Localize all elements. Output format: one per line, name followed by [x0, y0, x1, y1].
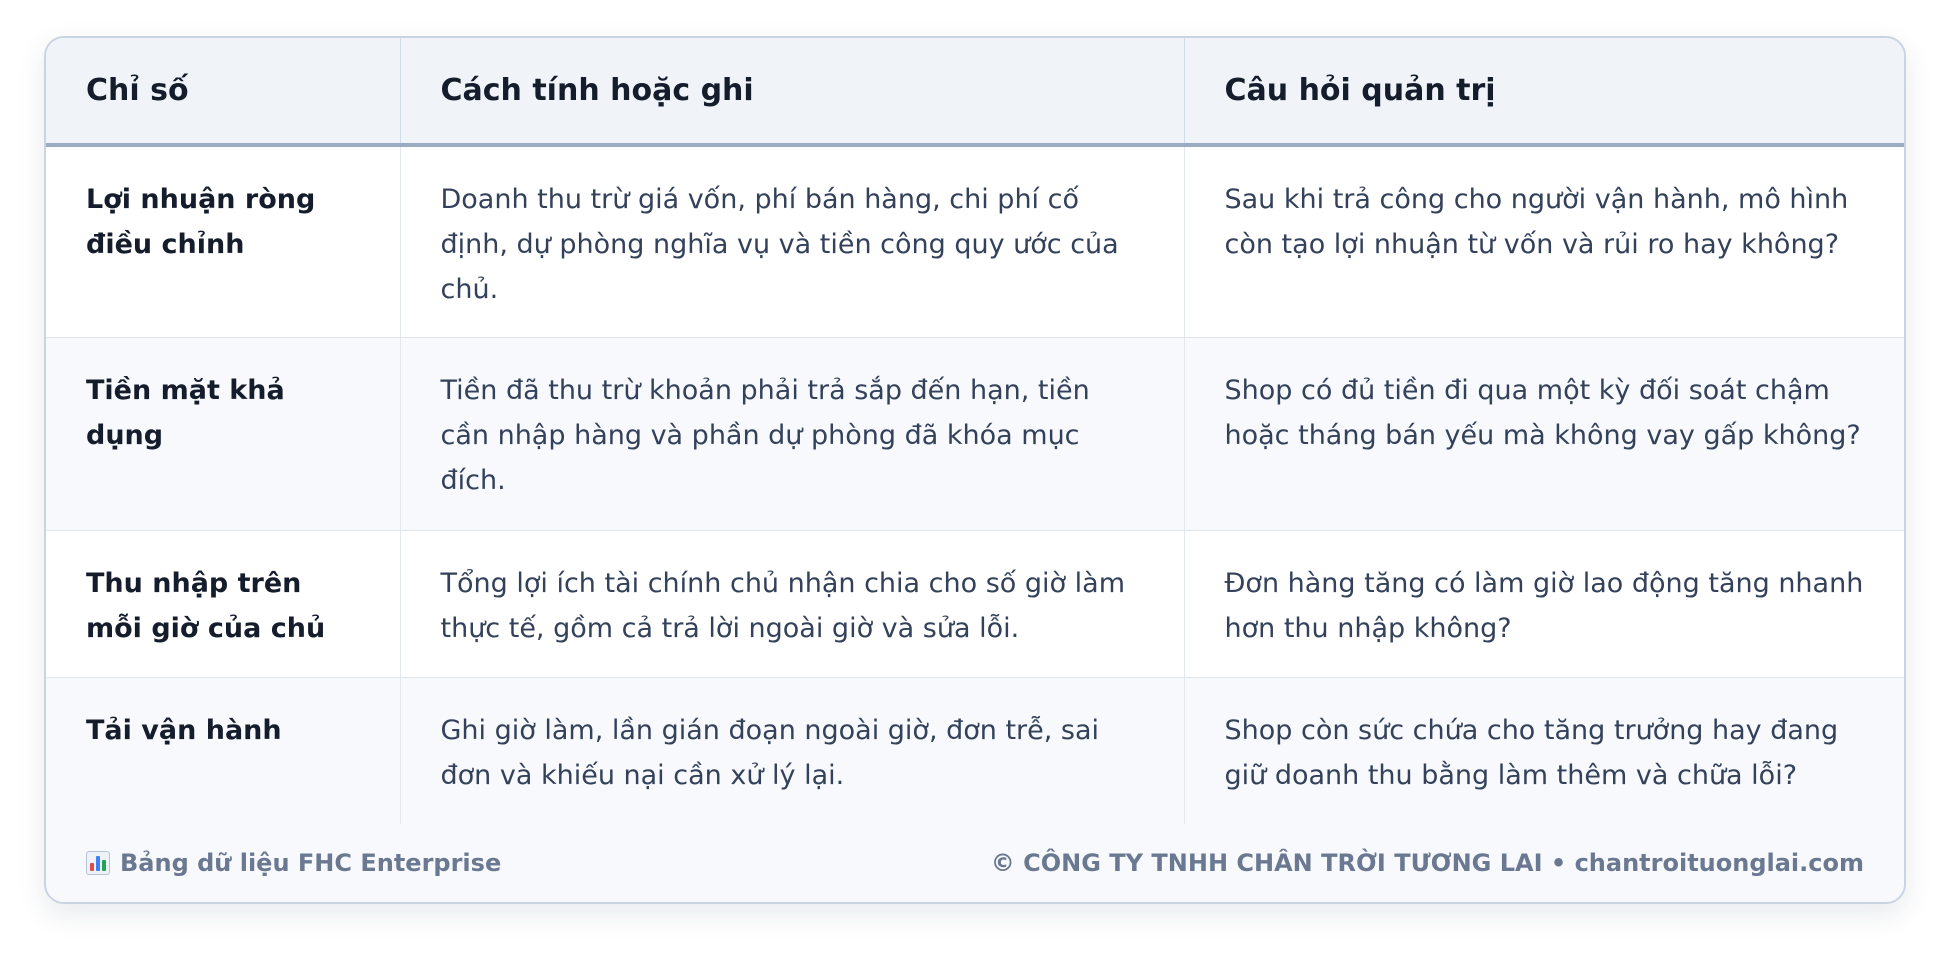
bar-chart-icon [86, 851, 110, 875]
question-cell: Sau khi trả công cho người vận hành, mô … [1183, 145, 1904, 338]
method-cell: Ghi giờ làm, lần gián đoạn ngoài giờ, đơ… [399, 677, 1184, 826]
table-footer: Bảng dữ liệu FHC Enterprise © CÔNG TY TN… [46, 824, 1904, 902]
metric-cell: Lợi nhuận ròng điều chỉnh [46, 145, 400, 338]
method-cell: Tiền đã thu trừ khoản phải trả sắp đến h… [399, 337, 1184, 531]
column-header-method: Cách tính hoặc ghi [399, 38, 1184, 147]
column-header-metric: Chỉ số [46, 38, 400, 147]
footer-source: Bảng dữ liệu FHC Enterprise [86, 849, 501, 877]
footer-copyright: © CÔNG TY TNHH CHÂN TRỜI TƯƠNG LAI • cha… [990, 849, 1864, 877]
table-header-row: Chỉ số Cách tính hoặc ghi Câu hỏi quản t… [46, 38, 1904, 147]
metric-cell: Thu nhập trên mỗi giờ của chủ [46, 530, 400, 678]
table-row: Tiền mặt khả dụng Tiền đã thu trừ khoản … [46, 337, 1904, 531]
question-cell: Đơn hàng tăng có làm giờ lao động tăng n… [1183, 530, 1904, 678]
table-row: Lợi nhuận ròng điều chỉnh Doanh thu trừ … [46, 145, 1904, 338]
data-table-card: Chỉ số Cách tính hoặc ghi Câu hỏi quản t… [44, 36, 1906, 904]
footer-source-label: Bảng dữ liệu FHC Enterprise [120, 849, 502, 877]
metrics-table: Chỉ số Cách tính hoặc ghi Câu hỏi quản t… [46, 38, 1904, 826]
metric-cell: Tải vận hành [46, 677, 400, 826]
method-cell: Doanh thu trừ giá vốn, phí bán hàng, chi… [399, 145, 1184, 338]
table-row: Thu nhập trên mỗi giờ của chủ Tổng lợi í… [46, 530, 1904, 678]
question-cell: Shop có đủ tiền đi qua một kỳ đối soát c… [1183, 337, 1904, 531]
table-row: Tải vận hành Ghi giờ làm, lần gián đoạn … [46, 677, 1904, 826]
question-cell: Shop còn sức chứa cho tăng trưởng hay đa… [1183, 677, 1904, 826]
metric-cell: Tiền mặt khả dụng [46, 337, 400, 531]
method-cell: Tổng lợi ích tài chính chủ nhận chia cho… [399, 530, 1184, 678]
column-header-question: Câu hỏi quản trị [1183, 38, 1904, 147]
